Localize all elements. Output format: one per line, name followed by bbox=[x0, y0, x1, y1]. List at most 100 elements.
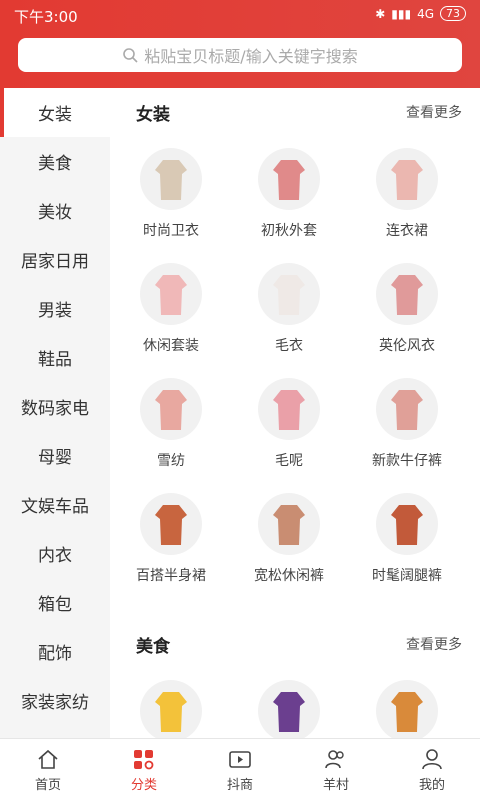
status-bar: 下午3:00 ✱ ▮▮▮ 4G 73 bbox=[0, 0, 480, 30]
pants-icon bbox=[258, 493, 320, 555]
category-tile[interactable] bbox=[230, 668, 348, 738]
sweater-icon bbox=[258, 263, 320, 325]
category-tile[interactable]: 雪纺 bbox=[112, 366, 230, 481]
category-tile[interactable] bbox=[348, 668, 466, 738]
category-tile-label: 宽松休闲裤 bbox=[254, 568, 324, 584]
sidebar-item-label: 配饰 bbox=[38, 644, 72, 664]
sidebar-item-4[interactable]: 男装 bbox=[0, 284, 110, 333]
snack-bag-icon bbox=[140, 680, 202, 738]
category-tile[interactable]: 宽松休闲裤 bbox=[230, 481, 348, 596]
section-header: 女装 查看更多 bbox=[110, 88, 480, 136]
category-tile[interactable]: 连衣裙 bbox=[348, 136, 466, 251]
bread-icon bbox=[376, 680, 438, 738]
wool-coat-icon bbox=[258, 378, 320, 440]
sidebar-item-6[interactable]: 数码家电 bbox=[0, 382, 110, 431]
category-tile[interactable]: 时髦阔腿裤 bbox=[348, 481, 466, 596]
sidebar-item-label: 数码家电 bbox=[21, 399, 89, 419]
category-tile-label: 百搭半身裙 bbox=[136, 568, 206, 584]
sidebar-item-label: 母婴 bbox=[38, 448, 72, 468]
category-tile-label: 时尚卫衣 bbox=[143, 223, 199, 239]
battery-icon: 73 bbox=[440, 6, 466, 21]
category-tile-label: 休闲套装 bbox=[143, 338, 199, 354]
network-label: 4G bbox=[417, 6, 434, 21]
search-input[interactable]: 粘贴宝贝标题/输入关键字搜索 bbox=[18, 38, 462, 72]
sidebar-item-0[interactable]: 女装 bbox=[0, 88, 110, 137]
sidebar-item-label: 居家日用 bbox=[21, 252, 89, 272]
category-tile-label: 初秋外套 bbox=[261, 223, 317, 239]
search-placeholder: 粘贴宝贝标题/输入关键字搜索 bbox=[144, 47, 358, 66]
tab-label: 抖商 bbox=[226, 778, 253, 793]
sidebar-item-label: 美妆 bbox=[38, 203, 72, 223]
sidebar-item-11[interactable]: 配饰 bbox=[0, 627, 110, 676]
tab-label: 羊村 bbox=[322, 778, 349, 793]
category-tile-label: 新款牛仔裤 bbox=[372, 453, 442, 469]
tab-2[interactable]: 抖商 bbox=[192, 739, 288, 801]
noodle-icon bbox=[258, 680, 320, 738]
chiffon-icon bbox=[140, 378, 202, 440]
tab-label: 首页 bbox=[34, 778, 61, 793]
sidebar-item-label: 女装 bbox=[38, 105, 72, 125]
wide-pants-icon bbox=[376, 493, 438, 555]
category-tile-label: 时髦阔腿裤 bbox=[372, 568, 442, 584]
category-tile[interactable]: 毛呢 bbox=[230, 366, 348, 481]
sidebar-item-label: 家装家纺 bbox=[21, 693, 89, 713]
view-more-link[interactable]: 查看更多 bbox=[406, 634, 462, 654]
jacket-icon bbox=[258, 148, 320, 210]
sidebar-item-8[interactable]: 文娱车品 bbox=[0, 480, 110, 529]
view-more-link[interactable]: 查看更多 bbox=[406, 102, 462, 122]
tab-1[interactable]: 分类 bbox=[96, 739, 192, 801]
suit-icon bbox=[140, 263, 202, 325]
bluetooth-icon: ✱ bbox=[375, 6, 386, 21]
people-icon bbox=[325, 750, 344, 769]
sidebar-item-9[interactable]: 内衣 bbox=[0, 529, 110, 578]
sidebar-item-5[interactable]: 鞋品 bbox=[0, 333, 110, 382]
category-tile[interactable]: 新款牛仔裤 bbox=[348, 366, 466, 481]
category-tile-label: 英伦风衣 bbox=[379, 338, 435, 354]
status-right: ✱ ▮▮▮ 4G 73 bbox=[375, 6, 466, 21]
tab-4[interactable]: 我的 bbox=[384, 739, 480, 801]
category-tile[interactable]: 毛衣 bbox=[230, 251, 348, 366]
overalls-icon bbox=[376, 378, 438, 440]
sidebar-item-label: 内衣 bbox=[38, 546, 72, 566]
tab-0[interactable]: 首页 bbox=[0, 739, 96, 801]
category-tile[interactable]: 初秋外套 bbox=[230, 136, 348, 251]
sidebar-item-1[interactable]: 美食 bbox=[0, 137, 110, 186]
sidebar-item-label: 美食 bbox=[38, 154, 72, 174]
trenchcoat-icon bbox=[376, 263, 438, 325]
skirt-icon bbox=[140, 493, 202, 555]
signal-icon: ▮▮▮ bbox=[391, 6, 412, 21]
tab-3[interactable]: 羊村 bbox=[288, 739, 384, 801]
category-tile-label: 连衣裙 bbox=[386, 223, 428, 239]
section-grid bbox=[110, 668, 480, 738]
status-time: 下午3:00 bbox=[14, 8, 78, 26]
sidebar-item-12[interactable]: 家装家纺 bbox=[0, 676, 110, 725]
home-icon bbox=[38, 749, 58, 769]
category-tile[interactable]: 百搭半身裙 bbox=[112, 481, 230, 596]
category-tile[interactable]: 时尚卫衣 bbox=[112, 136, 230, 251]
section-grid: 时尚卫衣 初秋外套 连衣裙休闲套装 毛衣 英伦风衣雪纺 毛呢 新款牛仔裤百搭半身裙 宽松休闲裤… bbox=[110, 136, 480, 596]
sidebar-item-label: 鞋品 bbox=[38, 350, 72, 370]
category-tile[interactable]: 英伦风衣 bbox=[348, 251, 466, 366]
sidebar-item-7[interactable]: 母婴 bbox=[0, 431, 110, 480]
category-tile-label: 毛呢 bbox=[275, 453, 303, 469]
section-header: 美食 查看更多 bbox=[110, 620, 480, 668]
video-icon bbox=[229, 751, 251, 768]
sidebar-item-2[interactable]: 美妆 bbox=[0, 186, 110, 235]
category-tile[interactable]: 休闲套装 bbox=[112, 251, 230, 366]
tab-label: 分类 bbox=[130, 778, 157, 793]
category-sidebar: 女装美食美妆居家日用男装鞋品数码家电母婴文娱车品内衣箱包配饰家装家纺 bbox=[0, 88, 110, 738]
category-content: 女装 查看更多时尚卫衣 初秋外套 连衣裙休闲套装 毛衣 英伦风衣雪纺 毛呢 新款牛仔裤百搭半身… bbox=[110, 88, 480, 738]
user-icon bbox=[422, 749, 442, 770]
header: 下午3:00 ✱ ▮▮▮ 4G 73 粘贴宝贝标题/输入关键字搜索 bbox=[0, 0, 480, 88]
category-tile[interactable] bbox=[112, 668, 230, 738]
hoodie-icon bbox=[140, 148, 202, 210]
category-tile-label: 毛衣 bbox=[275, 338, 303, 354]
sidebar-item-10[interactable]: 箱包 bbox=[0, 578, 110, 627]
sidebar-item-label: 箱包 bbox=[38, 595, 72, 615]
tab-label: 我的 bbox=[418, 778, 445, 793]
bottom-tab-bar: 首页 分类 抖商 羊村 我的 bbox=[0, 738, 480, 801]
section-title: 美食 bbox=[136, 636, 170, 657]
category-tile-label: 雪纺 bbox=[157, 453, 185, 469]
sidebar-item-label: 文娱车品 bbox=[21, 497, 89, 517]
sidebar-item-3[interactable]: 居家日用 bbox=[0, 235, 110, 284]
